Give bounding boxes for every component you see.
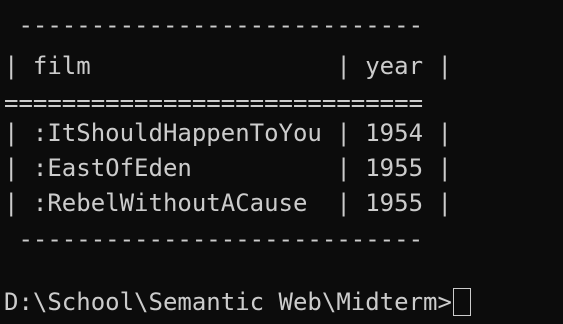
table-row: | :RebelWithoutACause | 1955 |: [4, 189, 452, 217]
prompt-path: D:\School\Semantic Web\Midterm>: [4, 288, 452, 316]
table-top-border: ----------------------------: [4, 11, 424, 39]
terminal-window[interactable]: ---------------------------- | film | ye…: [0, 0, 563, 324]
table-row: | :ItShouldHappenToYou | 1954 |: [4, 119, 452, 147]
table-row: | :EastOfEden | 1955 |: [4, 154, 452, 182]
text-cursor: [452, 288, 471, 316]
table-header-row: | film | year |: [4, 52, 452, 80]
command-prompt[interactable]: D:\School\Semantic Web\Midterm>: [4, 283, 471, 321]
table-bottom-border: ----------------------------: [4, 225, 424, 253]
